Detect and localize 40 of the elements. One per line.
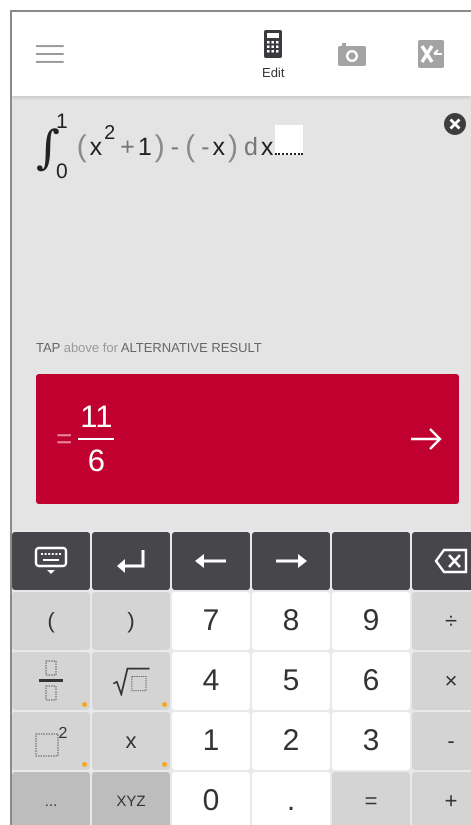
hint-text: TAP above for ALTERNATIVE RESULT <box>36 340 263 355</box>
keypad-key[interactable] <box>412 532 471 590</box>
backspace-icon <box>434 546 468 576</box>
keypad-key[interactable]: 6 <box>332 652 410 710</box>
toolbar-tab[interactable]: Edit <box>234 28 313 80</box>
keypad-key[interactable]: 0 <box>172 772 250 825</box>
keypad-key[interactable]: . <box>252 772 330 825</box>
keypad-key[interactable]: 4 <box>172 652 250 710</box>
keypad-key[interactable] <box>12 532 90 590</box>
keypad-key[interactable] <box>172 532 250 590</box>
keypad-key[interactable]: ... <box>12 772 90 825</box>
close-icon[interactable] <box>443 112 467 136</box>
keypad-key[interactable]: 5 <box>252 652 330 710</box>
keypad-key[interactable]: 9 <box>332 592 410 650</box>
input-cursor[interactable] <box>275 125 304 155</box>
keypad-key[interactable]: ) <box>92 592 170 650</box>
keypad-key[interactable]: ( <box>12 592 90 650</box>
keypad-key[interactable]: + <box>412 772 471 825</box>
keypad-key[interactable] <box>252 532 330 590</box>
keypad-key[interactable]: 2 <box>12 712 90 770</box>
keypad-key[interactable]: 2 <box>252 712 330 770</box>
placeholder-box-icon <box>34 733 59 757</box>
exponent-label: 2 <box>58 725 68 743</box>
keyboard-icon <box>34 546 68 576</box>
keypad-key[interactable]: × <box>412 652 471 710</box>
keypad-key[interactable]: - <box>412 712 471 770</box>
keypad-key[interactable]: 1 <box>172 712 250 770</box>
keypad-key[interactable]: 3 <box>332 712 410 770</box>
right-arrow-icon <box>409 427 443 451</box>
keypad-key[interactable]: XYZ <box>92 772 170 825</box>
menu-icon[interactable] <box>36 44 64 64</box>
keypad-key[interactable]: 7 <box>172 592 250 650</box>
keypad-key[interactable] <box>12 652 90 710</box>
keypad-key[interactable] <box>92 532 170 590</box>
keypad-key[interactable]: x <box>92 712 170 770</box>
keypad-key[interactable]: = <box>332 772 410 825</box>
keypad-key[interactable]: ÷ <box>412 592 471 650</box>
variable-icon <box>418 39 444 69</box>
keypad-key[interactable]: 8 <box>252 592 330 650</box>
keypad-key[interactable] <box>92 652 170 710</box>
